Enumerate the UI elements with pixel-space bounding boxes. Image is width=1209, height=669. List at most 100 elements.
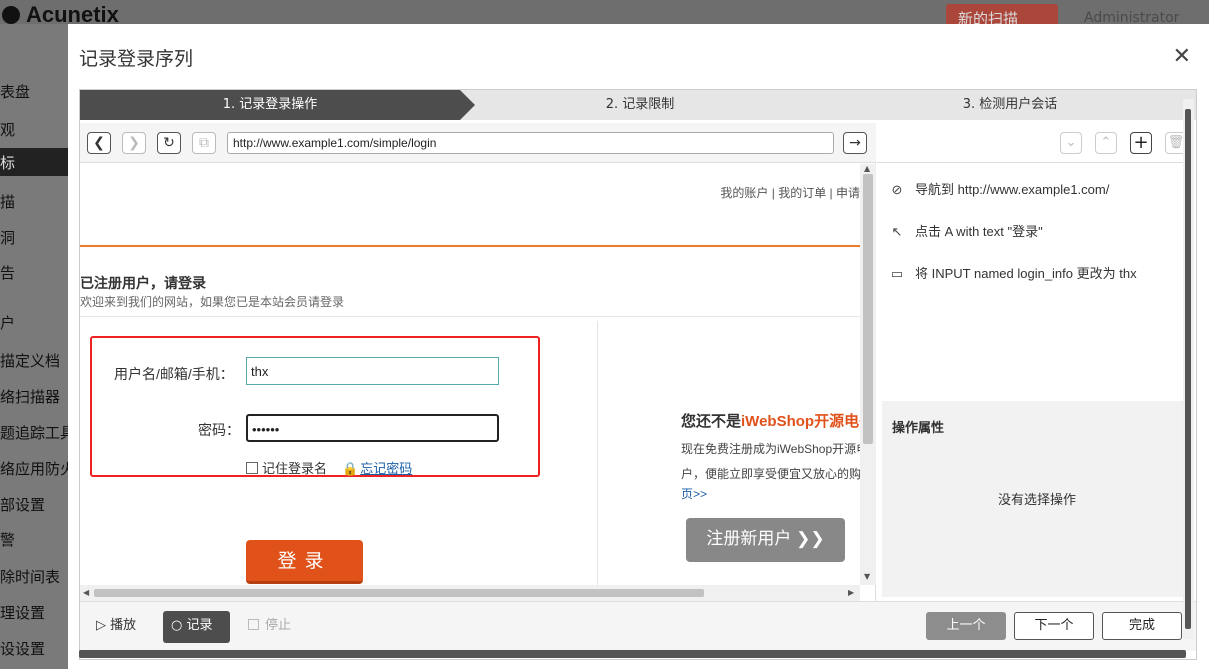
scroll-left-icon[interactable]: ◀ <box>83 588 89 597</box>
password-input[interactable]: •••••• <box>246 414 499 442</box>
sidebar-item[interactable]: 警 <box>0 529 15 550</box>
dialog-title: 记录登录序列 <box>79 48 194 70</box>
scroll-right-icon[interactable]: ▶ <box>848 588 854 597</box>
recorder-controls: ▷ 播放 ○ 记录 停止 上一个 下一个 完成 <box>80 601 1196 651</box>
sidebar-item[interactable]: 描定义档 <box>0 350 60 371</box>
sidebar-item[interactable]: 理设置 <box>0 602 45 623</box>
logo-mark-icon <box>2 6 20 24</box>
action-item[interactable]: ⊘ 导航到 http://www.example1.com/ <box>889 179 1110 198</box>
lock-icon: 🔒 <box>342 461 359 476</box>
new-scan-button[interactable]: 新的扫描 <box>946 4 1058 28</box>
sidebar-item[interactable]: 设设置 <box>0 638 45 659</box>
forward-icon[interactable]: ❯ <box>122 132 146 154</box>
properties-title: 操作属性 <box>892 421 945 436</box>
forgot-password-link[interactable]: 🔒 忘记密码 <box>342 458 412 477</box>
sidebar-item[interactable]: 表盘 <box>0 81 30 102</box>
sidebar-item[interactable]: 题追踪工具 <box>0 422 68 443</box>
play-button[interactable]: ▷ 播放 <box>88 611 144 643</box>
record-login-dialog: 记录登录序列 ✕ 1. 记录登录操作 2. 记录限制 3. 检测用户会话 ❮ ❯… <box>68 24 1209 669</box>
compass-icon: ⊘ <box>891 182 903 197</box>
action-text: 将 INPUT named login_info 更改为 thx <box>915 266 1137 281</box>
embedded-browser: ❮ ❯ ↻ ⧉ http://www.example1.com/simple/l… <box>80 123 876 601</box>
step-detect-session: 3. 检测用户会话 <box>962 97 1058 112</box>
login-section-subtitle: 欢迎来到我们的网站，如果您已是本站会员请登录 <box>80 295 345 309</box>
account-links[interactable]: 我的账户 | 我的订单 | 申请 <box>720 184 860 201</box>
scroll-down-icon[interactable]: ▼ <box>864 572 870 581</box>
section-divider <box>80 316 860 317</box>
sidebar-item-active[interactable]: 标 <box>0 148 68 176</box>
remember-checkbox[interactable]: 记住登录名 <box>246 458 327 477</box>
sidebar-item[interactable]: 络应用防火 <box>0 458 68 479</box>
login-button[interactable]: 登录 <box>246 540 363 584</box>
dialog-vertical-scrollbar[interactable] <box>1183 99 1194 639</box>
scroll-thumb[interactable] <box>1185 109 1191 629</box>
recorder-frame: 1. 记录登录操作 2. 记录限制 3. 检测用户会话 ❮ ❯ ↻ ⧉ http… <box>79 89 1197 660</box>
step-record-actions: 1. 记录登录操作 <box>80 90 460 120</box>
refresh-icon[interactable]: ↻ <box>157 132 181 154</box>
action-item[interactable]: ↖ 点击 A with text "登录" <box>889 221 1043 240</box>
record-icon: ○ <box>171 618 183 633</box>
close-icon[interactable]: ✕ <box>1173 46 1191 68</box>
register-more-link[interactable]: 页>> <box>681 485 707 502</box>
remember-label: 记住登录名 <box>262 461 328 476</box>
sidebar-item[interactable]: 除时间表 <box>0 566 60 587</box>
checkbox-icon[interactable] <box>246 462 258 474</box>
step-record-restrictions: 2. 记录限制 <box>605 97 675 112</box>
wizard-steps: 1. 记录登录操作 2. 记录限制 3. 检测用户会话 <box>80 90 1196 120</box>
add-icon[interactable]: + <box>1130 132 1152 154</box>
header-divider <box>80 245 860 247</box>
register-prefix: 您还不是 <box>681 413 742 430</box>
move-down-icon[interactable]: ⌄ <box>1060 132 1082 154</box>
scroll-thumb[interactable] <box>863 174 873 444</box>
register-button[interactable]: 注册新用户 ❯❯ <box>686 518 845 562</box>
web-page: 我的账户 | 我的订单 | 申请 已注册用户，请登录 欢迎来到我们的网站，如果您… <box>80 164 860 585</box>
actions-toolbar: ⌄ ⌃ + 🗑 <box>877 123 1192 163</box>
scroll-up-icon[interactable]: ▲ <box>864 164 870 173</box>
action-text: 导航到 http://www.example1.com/ <box>915 182 1110 197</box>
stop-icon <box>248 619 259 630</box>
stop-label: 停止 <box>265 618 292 633</box>
page-horizontal-scrollbar[interactable]: ◀ ▶ <box>80 585 860 601</box>
play-label: 播放 <box>110 618 137 633</box>
page-vertical-scrollbar[interactable]: ▲ ▼ <box>860 164 876 585</box>
previous-button[interactable]: 上一个 <box>926 612 1006 640</box>
action-properties: 操作属性 没有选择操作 <box>882 401 1192 597</box>
scroll-thumb[interactable] <box>94 589 704 597</box>
password-label: 密码： <box>198 422 240 438</box>
register-title: 您还不是iWebShop开源电子 <box>681 410 860 431</box>
record-button[interactable]: ○ 记录 <box>163 611 230 643</box>
column-divider <box>597 321 598 585</box>
move-up-icon[interactable]: ⌃ <box>1095 132 1117 154</box>
copy-icon[interactable]: ⧉ <box>192 132 216 154</box>
sidebar-item[interactable]: 络扫描器 <box>0 386 60 407</box>
browser-navbar: ❮ ❯ ↻ ⧉ http://www.example1.com/simple/l… <box>80 123 876 163</box>
username-label: 用户名/邮箱/手机： <box>114 366 234 382</box>
sidebar-item[interactable]: 洞 <box>0 227 15 248</box>
sidebar-item[interactable]: 告 <box>0 262 15 283</box>
dialog-horizontal-scrollbar[interactable] <box>79 650 1186 658</box>
play-icon: ▷ <box>96 618 106 633</box>
sidebar-item[interactable]: 部设置 <box>0 494 45 515</box>
app-topbar: Acunetix 新的扫描 Administrator zone <box>0 0 1209 42</box>
stop-button[interactable]: 停止 <box>240 611 299 643</box>
cursor-icon: ↖ <box>891 224 903 239</box>
go-icon[interactable]: → <box>843 132 867 154</box>
username-input[interactable]: thx <box>246 357 499 385</box>
next-button[interactable]: 下一个 <box>1014 612 1094 640</box>
action-item[interactable]: ▭ 将 INPUT named login_info 更改为 thx <box>889 263 1137 282</box>
forgot-label[interactable]: 忘记密码 <box>360 461 412 476</box>
back-icon[interactable]: ❮ <box>87 132 111 154</box>
register-text: 现在免费注册成为iWebShop开源电 户，便能立即享受便宜又放心的购 <box>681 437 860 487</box>
finish-button[interactable]: 完成 <box>1102 612 1182 640</box>
actions-panel: ⌄ ⌃ + 🗑 ⊘ 导航到 http://www.example1.com/ ↖ 点… <box>877 123 1192 601</box>
sidebar-item[interactable]: 描 <box>0 191 15 212</box>
properties-empty: 没有选择操作 <box>997 493 1076 508</box>
step-arrow <box>460 90 475 120</box>
url-input[interactable]: http://www.example1.com/simple/login <box>227 132 834 154</box>
sidebar-item[interactable]: 观 <box>0 119 15 140</box>
register-line: 户，便能立即享受便宜又放心的购 <box>681 467 860 481</box>
record-label: 记录 <box>186 618 213 633</box>
sidebar-item[interactable]: 户 <box>0 312 15 333</box>
input-icon: ▭ <box>890 266 904 281</box>
action-text: 点击 A with text "登录" <box>915 224 1043 239</box>
